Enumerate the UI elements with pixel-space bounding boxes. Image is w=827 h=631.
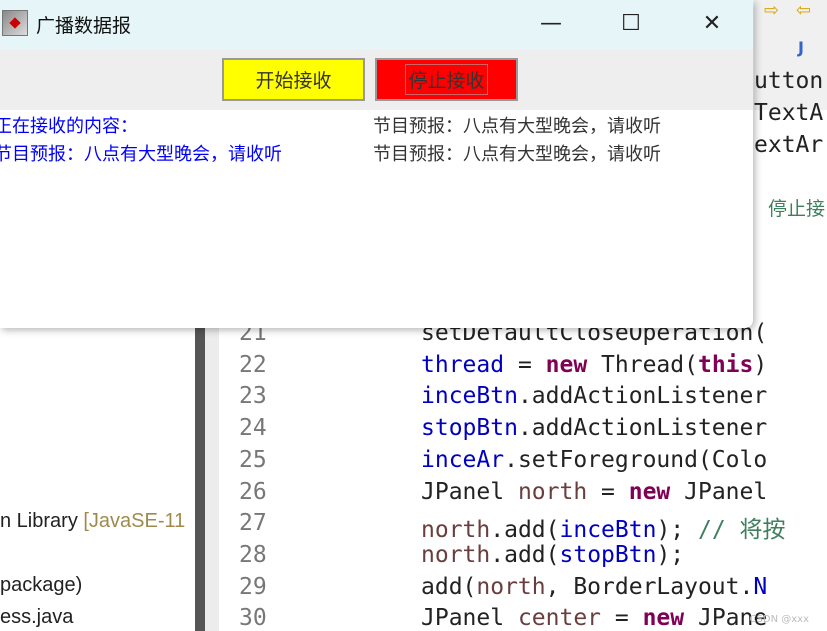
code-token: stopBtn xyxy=(421,415,518,442)
code-token: new xyxy=(545,351,588,378)
code-line[interactable]: JPanel center = new JPane xyxy=(421,605,767,631)
line-number: 24 xyxy=(239,415,267,442)
code-line[interactable]: add(north, BorderLayout.N xyxy=(421,574,767,600)
button-label: 停止接收 xyxy=(405,64,488,95)
text-line: 节目预报：八点有大型晚会，请收听 xyxy=(373,144,661,165)
stop-receive-button[interactable]: 停止接收 xyxy=(375,58,518,101)
tree-item-label: package) xyxy=(0,574,83,596)
code-line[interactable]: stopBtn.addActionListener xyxy=(421,415,767,441)
code-line[interactable]: thread = new Thread(this) xyxy=(421,352,767,378)
nav-forward-icon[interactable]: ⇨ xyxy=(764,0,779,21)
code-token: .setForeground(Colo xyxy=(504,446,768,473)
code-token: thread xyxy=(421,351,505,378)
code-token: ); xyxy=(656,541,685,568)
code-token: N xyxy=(753,573,768,600)
code-token: north xyxy=(476,573,546,600)
minimize-button[interactable]: — xyxy=(531,8,571,40)
line-number: 25 xyxy=(239,446,267,473)
code-token: JPanel xyxy=(421,478,518,505)
code-line[interactable]: inceAr.setForeground(Colo xyxy=(421,447,767,473)
text-line: 节目预报：八点有大型晚会，请收听 xyxy=(0,144,282,165)
code-line[interactable]: north.add(inceBtn); // 将按 xyxy=(421,510,786,544)
close-button[interactable]: ✕ xyxy=(692,8,732,40)
code-line[interactable]: JPanel north = new JPanel xyxy=(421,479,767,505)
code-token: JPanel xyxy=(670,478,768,505)
line-number: 27 xyxy=(239,510,267,537)
code-token: // 将按 xyxy=(697,517,786,544)
title-bar[interactable]: 广播数据报 — ☐ ✕ xyxy=(0,0,753,50)
line-number: 29 xyxy=(239,573,267,600)
code-token: JPanel xyxy=(421,605,518,631)
text-line: 节目预报：八点有大型晚会，请收听 xyxy=(373,116,661,137)
java-app-icon xyxy=(2,10,28,36)
received-text-area[interactable]: 节目预报：八点有大型晚会，请收听 节目预报：八点有大型晚会，请收听 xyxy=(373,113,661,169)
maximize-button[interactable]: ☐ xyxy=(611,8,651,40)
code-fragment: TextA xyxy=(754,100,824,126)
tree-item-label: ess.java xyxy=(0,606,74,628)
north-panel: 开始接收 停止接收 xyxy=(0,50,753,110)
java-file-icon[interactable]: J xyxy=(798,38,804,57)
line-number: 28 xyxy=(239,541,267,568)
button-label: 开始接收 xyxy=(255,70,332,92)
code-token: north xyxy=(517,478,588,505)
code-fragment: utton xyxy=(754,68,824,94)
code-token: Thread( xyxy=(587,351,698,378)
code-comment-fragment: 停止接 xyxy=(768,198,826,220)
code-token: center xyxy=(517,605,602,631)
line-number: 22 xyxy=(239,351,267,378)
code-token: , BorderLayout. xyxy=(545,573,754,600)
line-number: 30 xyxy=(239,605,267,631)
broadcast-window: 广播数据报 — ☐ ✕ 开始接收 停止接收 正在接收的内容： 节目预报：八点有大… xyxy=(0,0,753,328)
code-token: stopBtn xyxy=(559,541,657,568)
code-token: ) xyxy=(753,351,768,378)
line-number: 23 xyxy=(239,383,267,410)
code-token: north xyxy=(421,517,491,544)
code-token: inceAr xyxy=(421,446,505,473)
tree-item-label: n Library xyxy=(0,510,84,532)
code-token: .add( xyxy=(490,541,560,568)
code-line[interactable]: inceBtn.addActionListener xyxy=(421,383,767,409)
code-token: new xyxy=(642,605,685,631)
window-title: 广播数据报 xyxy=(36,15,132,37)
tree-item-extra: [JavaSE-11 xyxy=(83,510,186,532)
code-token: inceBtn xyxy=(421,383,518,410)
watermark: CSDN @xxx xyxy=(749,614,809,625)
tree-item-package[interactable]: package) xyxy=(0,574,82,597)
code-token: .add( xyxy=(490,517,560,544)
code-token: = xyxy=(587,478,629,505)
code-line[interactable]: north.add(stopBtn); xyxy=(421,542,684,568)
code-token: add( xyxy=(421,573,477,600)
code-fragment: extAr xyxy=(754,132,824,158)
code-token: .addActionListener xyxy=(517,415,768,442)
line-number: 26 xyxy=(239,478,267,505)
start-receive-button[interactable]: 开始接收 xyxy=(222,58,365,101)
code-token: north xyxy=(421,541,491,568)
nav-back-icon[interactable]: ⇦ xyxy=(796,0,811,21)
text-line: 正在接收的内容： xyxy=(0,116,138,137)
code-token: .addActionListener xyxy=(517,383,768,410)
tree-item-java-file[interactable]: ess.java xyxy=(0,606,73,629)
code-token: = xyxy=(504,351,546,378)
code-token: inceBtn xyxy=(559,517,657,544)
receiving-text-area[interactable]: 正在接收的内容： 节目预报：八点有大型晚会，请收听 xyxy=(0,113,282,169)
code-token: this xyxy=(697,351,754,378)
tree-item-library[interactable]: n Library [JavaSE-11 xyxy=(0,510,185,533)
code-token: new xyxy=(628,478,671,505)
code-token: ); xyxy=(656,517,698,544)
code-token: = xyxy=(601,605,643,631)
